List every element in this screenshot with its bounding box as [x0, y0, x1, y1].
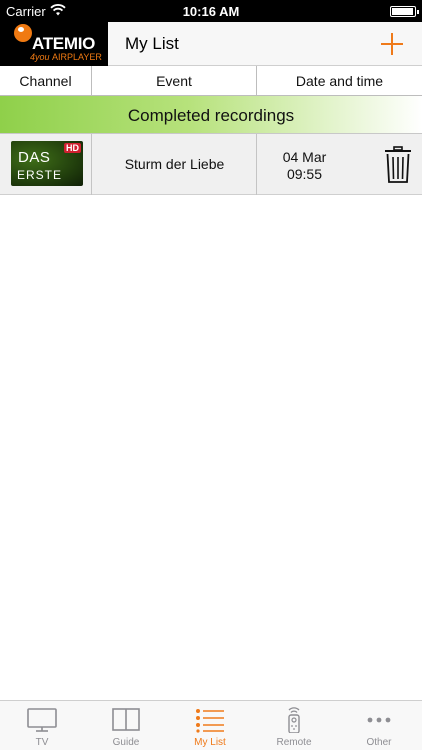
status-time: 10:16 AM	[182, 4, 240, 19]
recording-time: 09:55	[286, 166, 323, 182]
tab-my-list[interactable]: My List	[168, 701, 252, 750]
status-bar: Carrier 10:16 AM	[0, 0, 422, 22]
date-cell: 04 Mar 09:55	[257, 134, 377, 195]
channel-logo-top: DAS	[18, 149, 51, 166]
battery-icon	[390, 6, 419, 17]
column-header-date-time[interactable]: Date and time	[257, 66, 422, 96]
section-header-completed: Completed recordings	[0, 96, 422, 134]
tab-tv[interactable]: TV	[0, 701, 84, 750]
page-title: My List	[125, 34, 179, 53]
hd-badge: HD	[64, 143, 81, 153]
trash-icon	[385, 146, 411, 183]
logo-sub-brand: AIRPLAYER	[52, 52, 102, 62]
tab-label-remote: Remote	[276, 737, 312, 748]
section-title: Completed recordings	[127, 106, 295, 125]
recording-row[interactable]: DAS ERSTE HD Sturm der Liebe 04 Mar 09:5…	[0, 134, 422, 195]
nav-header: ATEMIO 4you AIRPLAYER My List	[0, 22, 422, 66]
tab-remote[interactable]: Remote	[252, 701, 336, 750]
column-headers: Channel Event Date and time	[0, 66, 422, 96]
logo-main-text: ATEMIO	[32, 34, 96, 53]
add-button[interactable]	[378, 30, 406, 58]
battery-level	[392, 8, 413, 15]
plus-icon	[381, 33, 403, 55]
column-header-channel[interactable]: Channel	[0, 66, 92, 96]
tab-label-my-list: My List	[194, 737, 226, 748]
list-icon	[196, 709, 224, 733]
screen: Carrier 10:16 AM ATEMIO 4you AIRPLAYER M…	[0, 0, 422, 750]
channel-logo-bottom: ERSTE	[17, 168, 63, 182]
channel-cell: DAS ERSTE HD	[0, 134, 92, 195]
tab-label-tv: TV	[35, 737, 49, 748]
tab-label-other: Other	[366, 737, 392, 748]
remote-icon	[288, 707, 300, 733]
logo-mark	[14, 24, 32, 42]
more-icon	[367, 717, 391, 723]
tab-bar: TV Guide My List Remote Other	[0, 700, 422, 750]
tab-guide[interactable]: Guide	[84, 701, 168, 750]
channel-logo: DAS ERSTE HD	[11, 141, 83, 186]
atemio-logo: ATEMIO 4you AIRPLAYER	[0, 22, 108, 66]
tv-icon	[27, 708, 57, 732]
column-header-event[interactable]: Event	[92, 66, 257, 96]
logo-sub-text: 4you AIRPLAYER	[30, 52, 102, 62]
event-name: Sturm der Liebe	[124, 156, 225, 172]
tab-label-guide: Guide	[112, 737, 140, 748]
delete-cell	[377, 134, 422, 195]
logo-sub-prefix: 4you	[30, 52, 50, 62]
book-icon	[112, 708, 140, 731]
tab-other[interactable]: Other	[337, 701, 421, 750]
delete-button[interactable]	[383, 146, 413, 184]
recording-date: 04 Mar	[282, 149, 327, 165]
event-cell: Sturm der Liebe	[92, 134, 257, 195]
